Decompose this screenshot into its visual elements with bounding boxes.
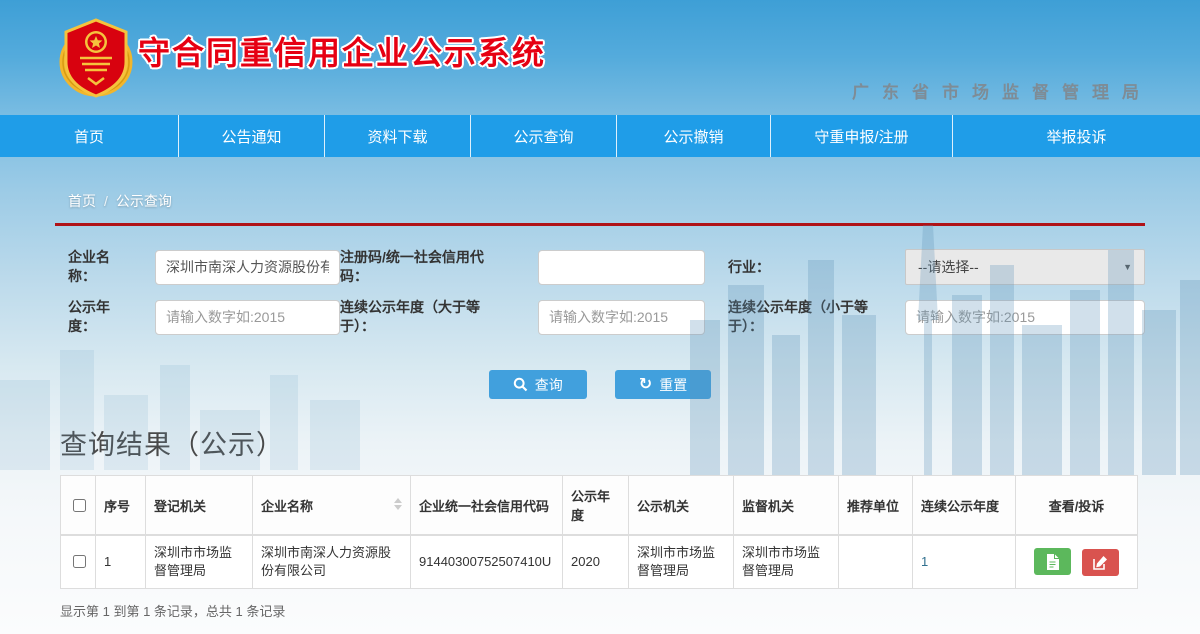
cell-publish-year: 2020 (563, 535, 629, 589)
reset-button[interactable]: ↻ 重置 (615, 370, 711, 399)
cell-company-name: 深圳市南深人力资源股份有限公司 (253, 535, 411, 589)
nav-item-apply-register[interactable]: 守重申报/注册 (770, 115, 952, 157)
nav-item-home[interactable]: 首页 (0, 115, 178, 157)
col-company-name[interactable]: 企业名称 (253, 476, 411, 536)
page: 守合同重信用企业公示系统 广东省市场监督管理局 首页 公告通知 资料下载 公示查… (0, 0, 1200, 634)
breadcrumb-current: 公示查询 (116, 193, 172, 209)
query-button[interactable]: 查询 (489, 370, 587, 399)
complaint-button[interactable] (1082, 549, 1119, 576)
credit-code-label: 注册码/统一社会信用代码： (340, 248, 510, 286)
col-actions: 查看/投诉 (1016, 476, 1138, 536)
edit-icon (1093, 555, 1108, 570)
company-name-input[interactable] (155, 250, 340, 285)
col-publish-org: 公示机关 (629, 476, 734, 536)
chevron-down-icon: ▼ (1123, 262, 1132, 272)
cell-recommend-unit (839, 535, 913, 589)
main-nav: 首页 公告通知 资料下载 公示查询 公示撤销 守重申报/注册 举报投诉 (0, 115, 1200, 157)
breadcrumb-separator: / (104, 193, 108, 209)
cell-seq: 1 (96, 535, 146, 589)
col-seq: 序号 (96, 476, 146, 536)
years-ge-input[interactable] (538, 300, 705, 335)
view-button[interactable] (1034, 548, 1071, 575)
publish-year-label: 公示年度： (68, 298, 155, 336)
reset-icon: ↻ (639, 377, 652, 393)
file-icon (1046, 554, 1059, 570)
form-buttons: 查询 ↻ 重置 (0, 370, 1200, 399)
breadcrumb-home-link[interactable]: 首页 (68, 193, 96, 209)
cell-registration-org: 深圳市市场监督管理局 (146, 535, 253, 589)
row-checkbox[interactable] (73, 555, 86, 568)
search-form: 企业名称： 注册码/统一社会信用代码： 行业： --请选择-- ▼ 公示年度： … (0, 226, 1200, 336)
cell-publish-org: 深圳市市场监督管理局 (629, 535, 734, 589)
industry-selected-value: --请选择-- (918, 257, 979, 277)
publish-year-input[interactable] (155, 300, 340, 335)
table-row: 1 深圳市市场监督管理局 深圳市南深人力资源股份有限公司 91440300752… (61, 535, 1138, 589)
col-registration-org: 登记机关 (146, 476, 253, 536)
form-row-2: 公示年度： 连续公示年度（大于等于）： 连续公示年度（小于等于）： (68, 298, 1200, 336)
years-le-input[interactable] (905, 300, 1145, 335)
nav-item-notices[interactable]: 公告通知 (178, 115, 324, 157)
years-ge-label: 连续公示年度（大于等于）： (340, 298, 510, 336)
pagination-summary: 显示第 1 到第 1 条记录，总共 1 条记录 (60, 601, 1200, 620)
cell-credit-code: 91440300752507410U (411, 535, 563, 589)
credit-code-input[interactable] (538, 250, 705, 285)
years-le-label: 连续公示年度（小于等于）： (728, 298, 890, 336)
search-icon (513, 377, 528, 392)
industry-label: 行业： (728, 258, 890, 277)
col-credit-code: 企业统一社会信用代码 (411, 476, 563, 536)
org-name: 广东省市场监督管理局 (852, 78, 1152, 103)
col-supervise-org: 监督机关 (734, 476, 839, 536)
table-header-row: 序号 登记机关 企业名称 企业统一社会信用代码 公示年度 公示机关 监督机关 推… (61, 476, 1138, 536)
col-publish-year: 公示年度 (563, 476, 629, 536)
nav-item-public-revoke[interactable]: 公示撤销 (616, 115, 770, 157)
form-row-1: 企业名称： 注册码/统一社会信用代码： 行业： --请选择-- ▼ (68, 248, 1200, 286)
emblem-logo-icon (58, 12, 134, 104)
nav-item-report-complaint[interactable]: 举报投诉 (952, 115, 1200, 157)
col-consecutive-years: 连续公示年度 (913, 476, 1016, 536)
site-title: 守合同重信用企业公示系统 (138, 28, 546, 74)
col-recommend-unit: 推荐单位 (839, 476, 913, 536)
breadcrumb: 首页 / 公示查询 (0, 157, 1200, 211)
cell-consecutive-years: 1 (913, 535, 1016, 589)
cell-supervise-org: 深圳市市场监督管理局 (734, 535, 839, 589)
industry-select[interactable]: --请选择-- ▼ (905, 249, 1145, 285)
sort-icon[interactable] (394, 498, 402, 510)
select-all-checkbox[interactable] (73, 499, 86, 512)
nav-item-downloads[interactable]: 资料下载 (324, 115, 470, 157)
nav-item-public-query[interactable]: 公示查询 (470, 115, 616, 157)
site-header: 守合同重信用企业公示系统 广东省市场监督管理局 (0, 0, 1200, 115)
results-title: 查询结果（公示） (60, 423, 1200, 462)
company-name-label: 企业名称： (68, 248, 155, 286)
results-table: 序号 登记机关 企业名称 企业统一社会信用代码 公示年度 公示机关 监督机关 推… (60, 475, 1138, 589)
